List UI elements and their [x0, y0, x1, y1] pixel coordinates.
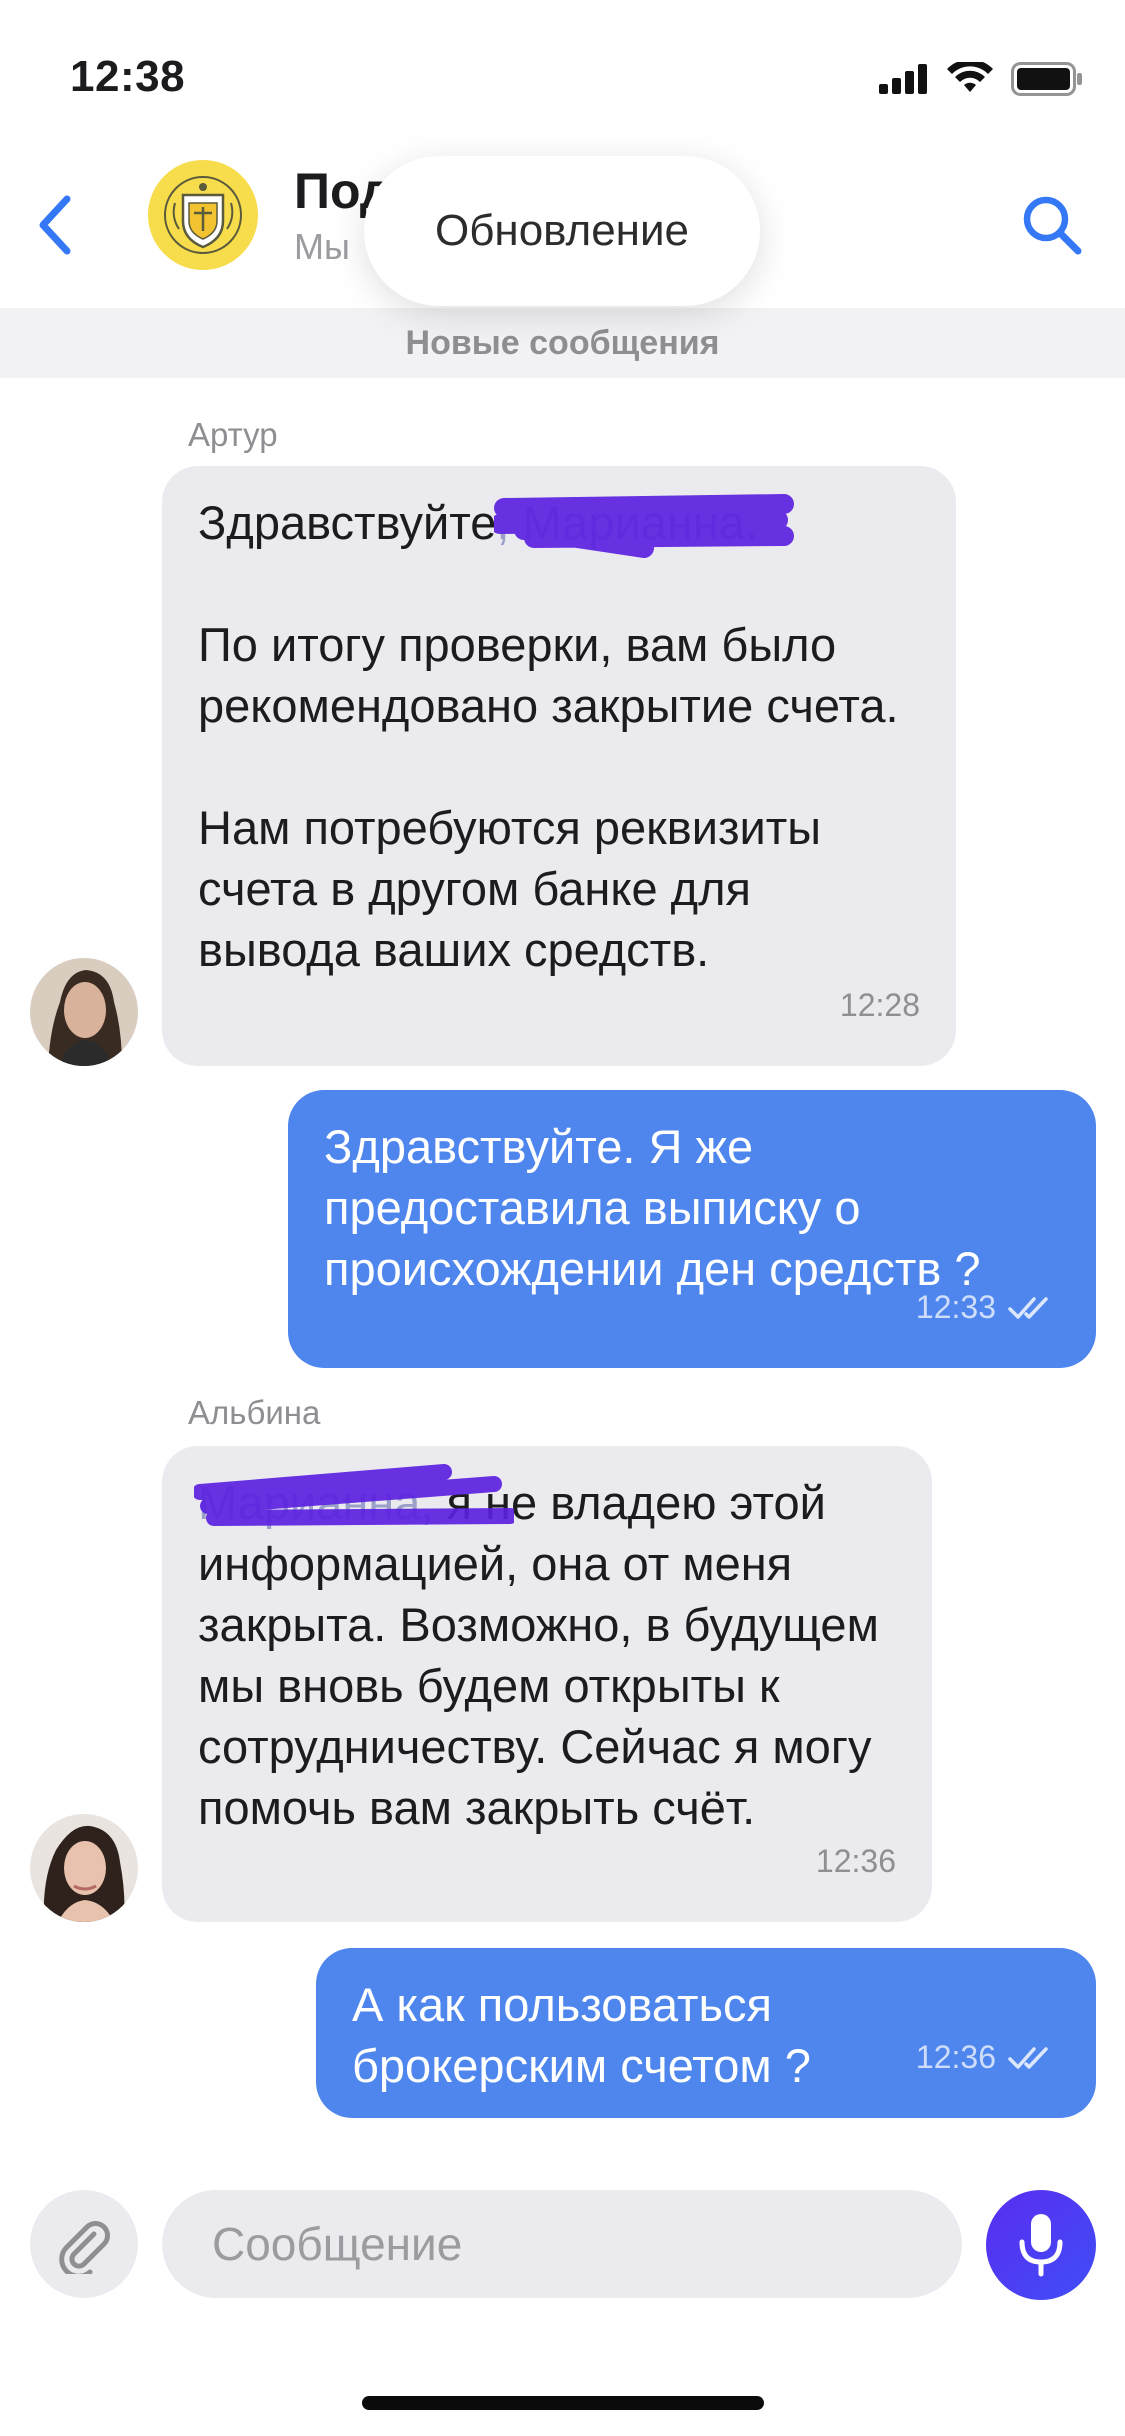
sender-photo-icon	[30, 1814, 138, 1922]
message-time: 12:33	[915, 1289, 996, 1325]
incoming-message[interactable]: Марианна, я не владею этой информацией, …	[162, 1446, 932, 1922]
back-button[interactable]	[20, 180, 90, 270]
message-time: 12:28	[839, 987, 920, 1023]
sender-avatar[interactable]	[30, 1814, 138, 1922]
status-icons	[879, 62, 1083, 96]
message-text: А как пользоваться брокерским счетом ?	[352, 1978, 811, 2092]
message-greeting: Здравствуйте	[198, 496, 497, 549]
redacted-name: Марианна,	[194, 1464, 514, 1533]
message-composer	[0, 2180, 1125, 2320]
paperclip-icon	[59, 2221, 110, 2274]
redaction-scribble	[194, 1464, 514, 1526]
microphone-icon	[1019, 2214, 1063, 2277]
search-button[interactable]	[1007, 180, 1097, 270]
outgoing-message[interactable]: Здравствуйте. Я же предоставила выписку …	[288, 1090, 1096, 1368]
double-check-icon	[1008, 1296, 1048, 1319]
message-text: Марианна, я не владею этой информацией, …	[194, 1464, 898, 1838]
new-messages-divider: Новые сообщения	[0, 308, 1125, 378]
bank-logo-avatar[interactable]	[148, 160, 258, 270]
sender-name: Артур	[188, 416, 278, 453]
attach-button[interactable]	[30, 2190, 138, 2298]
update-toast: Обновление	[364, 156, 760, 306]
bank-emblem-icon	[164, 176, 242, 254]
search-icon	[1023, 196, 1082, 255]
cellular-signal-icon	[879, 64, 927, 94]
message-meta: 12:33	[916, 1277, 1060, 1338]
incoming-message[interactable]: Здравствуйте, Марианна. По итогу проверк…	[162, 466, 956, 1066]
status-time: 12:38	[70, 52, 186, 101]
sender-photo-icon	[30, 958, 138, 1066]
microphone-button[interactable]	[986, 2190, 1096, 2300]
redacted-name: , Марианна.	[494, 492, 795, 558]
message-input[interactable]	[162, 2190, 962, 2298]
message-text: По итогу проверки, вам было рекомендован…	[198, 618, 899, 732]
message-time: 12:36	[815, 1843, 896, 1879]
message-text: Нам потребуются реквизиты счета в другом…	[198, 801, 822, 976]
chevron-left-icon	[39, 195, 71, 255]
outgoing-message[interactable]: А как пользоваться брокерским счетом ? 1…	[316, 1948, 1096, 2118]
wifi-icon	[947, 62, 993, 92]
message-meta: 12:36	[816, 1831, 896, 1892]
sender-name: Альбина	[188, 1394, 321, 1431]
message-meta: 12:36	[916, 2027, 1060, 2088]
home-indicator	[362, 2396, 764, 2410]
battery-icon	[1011, 62, 1082, 96]
chat-subtitle: Мы	[294, 226, 350, 267]
message-time: 12:36	[915, 2039, 996, 2075]
redaction-scribble	[494, 494, 795, 558]
double-check-icon	[1008, 2046, 1048, 2069]
message-text: Здравствуйте. Я же предоставила выписку …	[324, 1120, 981, 1295]
status-bar: 12:38	[0, 0, 1125, 140]
message-meta: 12:28	[840, 975, 920, 1036]
message-greeting-line: Здравствуйте, Марианна.	[198, 492, 920, 558]
sender-avatar[interactable]	[30, 958, 138, 1066]
